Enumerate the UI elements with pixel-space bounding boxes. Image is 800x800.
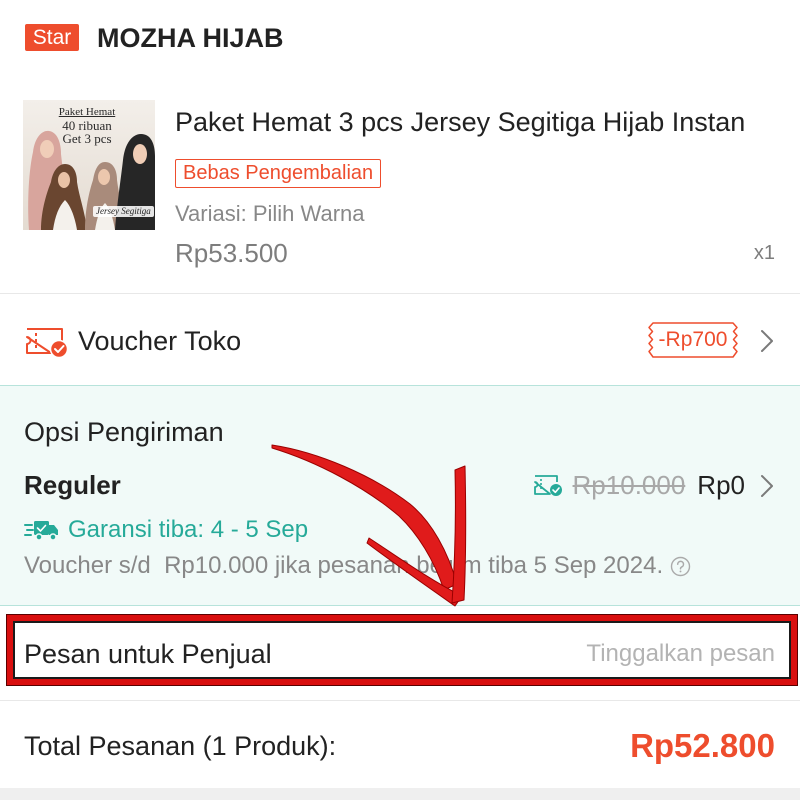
thumbnail-bundle-line: Get 3 pcs	[62, 131, 112, 146]
product-variation: Variasi: Pilih Warna	[175, 201, 365, 226]
shipping-title: Opsi Pengiriman	[24, 417, 224, 447]
shop-name[interactable]: MOZHA HIJAB	[97, 21, 284, 55]
shipping-method: Reguler	[24, 470, 121, 500]
checkout-screen: Star MOZHA HIJAB Paket Hemat 40 ribuan G…	[0, 0, 800, 800]
shipping-original-price: Rp10.000	[572, 470, 686, 500]
seller-message-label: Pesan untuk Penjual	[24, 639, 272, 669]
late-delivery-note-text: Voucher s/d Rp10.000 jika pesanan belum …	[24, 552, 664, 579]
product-quantity: x1	[753, 242, 775, 264]
delivery-guarantee: Garansi tiba: 4 - 5 Sep	[68, 516, 309, 543]
shipping-voucher-icon	[533, 475, 562, 496]
thumbnail-caption: Jersey Segitiga	[93, 206, 154, 217]
shop-voucher-row[interactable]: Voucher Toko -Rp700	[0, 294, 800, 384]
shipping-section: Opsi Pengiriman Reguler Rp10.000 Rp0 Gar…	[0, 385, 800, 606]
voucher-label: Voucher Toko	[78, 326, 242, 356]
shipping-price-group: Rp10.000 Rp0	[533, 471, 745, 499]
voucher-discount-tag[interactable]: -Rp700	[648, 322, 738, 358]
chevron-right-icon[interactable]	[760, 474, 774, 498]
truck-icon	[24, 521, 58, 541]
chevron-right-icon[interactable]	[760, 329, 774, 353]
question-circle-icon[interactable]	[670, 556, 691, 577]
order-total-label: Total Pesanan (1 Produk):	[24, 731, 337, 761]
product-thumbnail[interactable]: Paket Hemat 40 ribuan Get 3 pcs Jersey S…	[23, 100, 155, 230]
shop-voucher-icon	[26, 328, 69, 358]
star-seller-badge: Star	[25, 24, 79, 51]
voucher-discount-value: -Rp700	[658, 328, 728, 351]
order-total-amount: Rp52.800	[630, 727, 775, 764]
bottom-separator	[0, 788, 800, 800]
late-delivery-voucher-note: Voucher s/d Rp10.000 jika pesanan belum …	[24, 552, 691, 580]
order-total-row: Total Pesanan (1 Produk): Rp52.800	[0, 701, 800, 788]
shipping-option-row[interactable]: Reguler Rp10.000 Rp0	[0, 456, 800, 502]
product-price: Rp53.500	[175, 238, 288, 268]
free-return-badge: Bebas Pengembalian	[175, 159, 382, 188]
seller-message-row[interactable]: Pesan untuk Penjual	[0, 616, 800, 684]
shipping-price: Rp0	[697, 470, 745, 500]
seller-message-input[interactable]	[475, 636, 775, 672]
product-title: Paket Hemat 3 pcs Jersey Segitiga Hijab …	[175, 107, 746, 137]
